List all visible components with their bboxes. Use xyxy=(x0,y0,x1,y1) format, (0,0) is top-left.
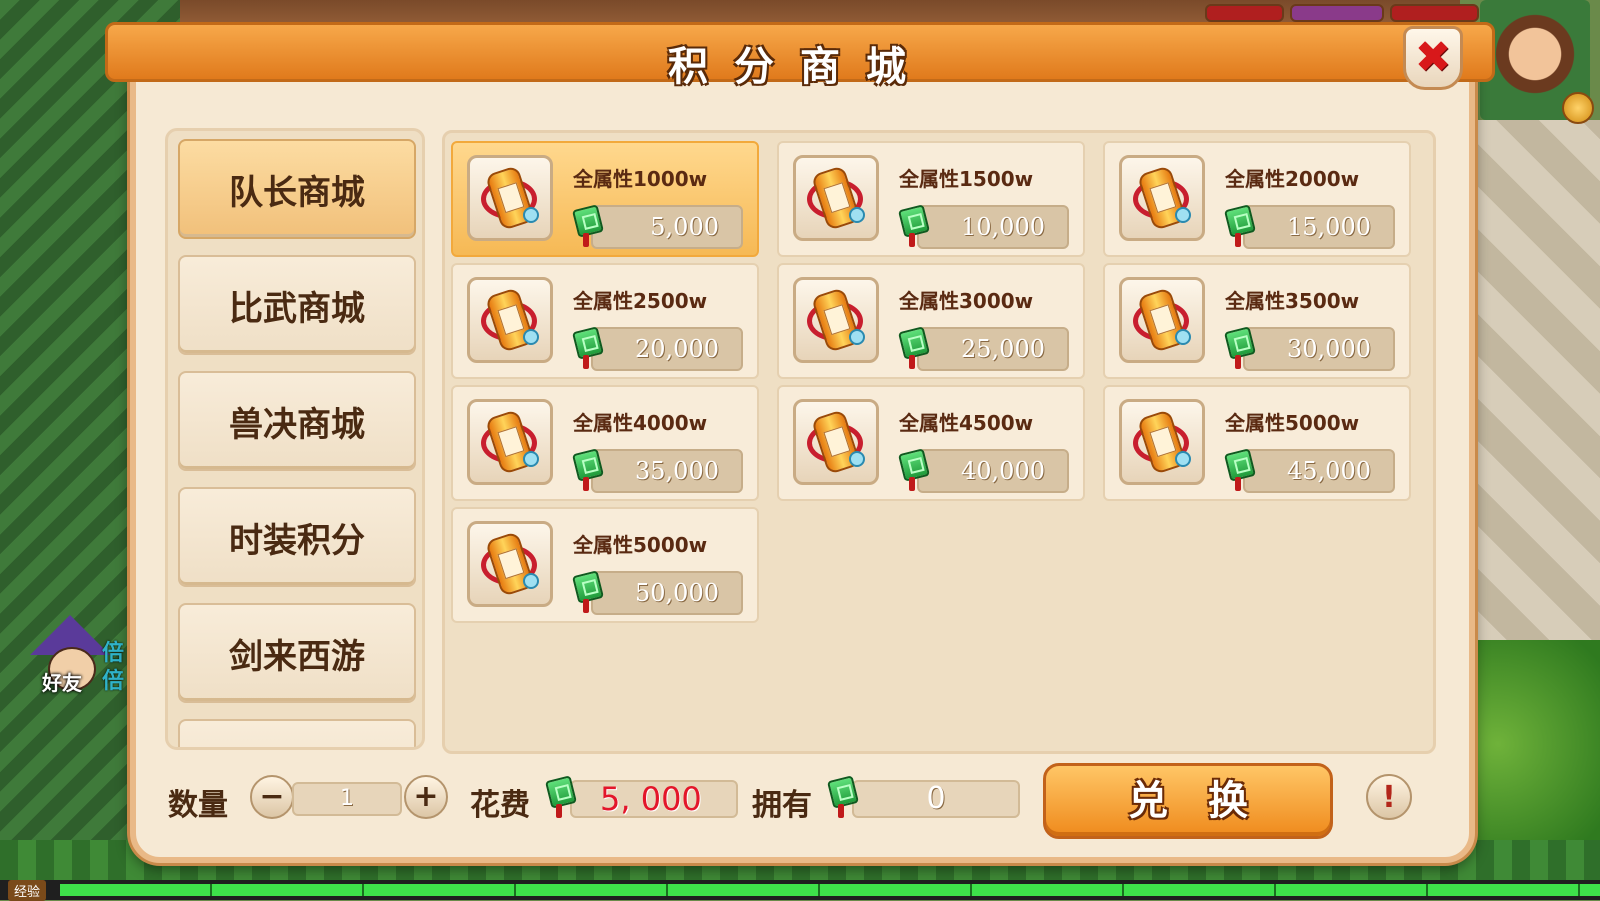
item-icon-frame xyxy=(1119,399,1205,485)
info-button[interactable]: ! xyxy=(1366,774,1412,820)
jade-coin-icon xyxy=(1223,325,1257,369)
item-name: 全属性5000w xyxy=(1225,411,1360,435)
scroll-icon xyxy=(1131,287,1193,353)
quantity-field[interactable]: 1 xyxy=(292,782,402,816)
item-icon-frame xyxy=(467,155,553,241)
close-icon: ✖ xyxy=(1414,32,1452,83)
item-name: 全属性3000w xyxy=(899,289,1034,313)
scroll-icon xyxy=(479,409,541,475)
jade-coin-icon xyxy=(544,774,578,818)
item-price: 50,000 xyxy=(591,571,743,615)
shop-item-card[interactable]: 全属性4000w 35,000 xyxy=(451,385,759,501)
tab-beast-shop[interactable]: 兽决商城 xyxy=(178,371,416,471)
exchange-button[interactable]: 兑换 xyxy=(1043,763,1333,839)
item-name: 全属性1500w xyxy=(899,167,1034,191)
shop-category-sidebar: 队长商城 比武商城 兽决商城 时装积分 剑来西游 xyxy=(165,128,425,750)
friend-label: 好友 xyxy=(42,671,82,695)
xp-bar: 经验 xyxy=(0,880,1600,901)
item-name: 全属性2000w xyxy=(1225,167,1360,191)
shop-item-card[interactable]: 全属性3500w 30,000 xyxy=(1103,263,1411,379)
cost-value: 5, 000 xyxy=(570,780,738,818)
item-name: 全属性2500w xyxy=(573,289,708,313)
jade-coin-icon xyxy=(897,447,931,491)
item-price: 20,000 xyxy=(591,327,743,371)
item-price: 15,000 xyxy=(1243,205,1395,249)
item-name: 全属性5000w xyxy=(573,533,708,557)
jade-coin-icon xyxy=(571,203,605,247)
tab-captain-shop[interactable]: 队长商城 xyxy=(178,139,416,239)
scroll-icon xyxy=(1131,165,1193,231)
scroll-icon xyxy=(805,287,867,353)
item-icon-frame xyxy=(467,399,553,485)
shop-item-card[interactable]: 全属性1500w 10,000 xyxy=(777,141,1085,257)
item-grid: 全属性1000w 5,000 全属性1500w 10,000 全属性2000w 15,00… xyxy=(442,130,1436,754)
item-icon-frame xyxy=(1119,277,1205,363)
item-icon-frame xyxy=(467,521,553,607)
scroll-icon xyxy=(1131,409,1193,475)
pet-hp-bar xyxy=(1390,4,1479,22)
item-icon-frame xyxy=(1119,155,1205,241)
shop-item-card[interactable]: 全属性1000w 5,000 xyxy=(451,141,759,257)
jade-coin-icon xyxy=(897,203,931,247)
scroll-icon xyxy=(805,409,867,475)
friend-button[interactable]: 好友 xyxy=(20,615,110,695)
item-price: 25,000 xyxy=(917,327,1069,371)
mp-bar xyxy=(1290,4,1384,22)
item-icon-frame xyxy=(793,399,879,485)
shop-item-card[interactable]: 全属性5000w 45,000 xyxy=(1103,385,1411,501)
shop-item-card[interactable]: 全属性4500w 40,000 xyxy=(777,385,1085,501)
shop-item-card[interactable]: 全属性2500w 20,000 xyxy=(451,263,759,379)
item-name: 全属性4000w xyxy=(573,411,708,435)
item-price: 5,000 xyxy=(591,205,743,249)
item-name: 全属性4500w xyxy=(899,411,1034,435)
cost-label: 花费 xyxy=(470,788,530,823)
item-icon-frame xyxy=(793,155,879,241)
quantity-label: 数量 xyxy=(168,788,228,823)
double-exp-label: 倍倍 xyxy=(102,641,125,694)
scroll-icon xyxy=(479,531,541,597)
panel-title: 积分商城 xyxy=(668,44,932,90)
xp-fill xyxy=(60,884,1600,896)
shop-item-card[interactable]: 全属性5000w 50,000 xyxy=(451,507,759,623)
jade-coin-icon xyxy=(1223,447,1257,491)
quantity-minus-button[interactable]: − xyxy=(250,775,294,819)
item-price: 40,000 xyxy=(917,449,1069,493)
jade-coin-icon xyxy=(897,325,931,369)
avatar-badge-icon xyxy=(1562,92,1594,124)
item-name: 全属性3500w xyxy=(1225,289,1360,313)
xp-label: 经验 xyxy=(8,880,47,901)
owned-value: 0 xyxy=(852,780,1020,818)
item-price: 45,000 xyxy=(1243,449,1395,493)
item-price: 30,000 xyxy=(1243,327,1395,371)
item-price: 35,000 xyxy=(591,449,743,493)
tab-duel-shop[interactable]: 比武商城 xyxy=(178,255,416,355)
jade-coin-icon xyxy=(571,325,605,369)
shop-item-card[interactable]: 全属性3000w 25,000 xyxy=(777,263,1085,379)
jade-coin-icon xyxy=(571,447,605,491)
scroll-icon xyxy=(805,165,867,231)
scroll-icon xyxy=(479,165,541,231)
item-icon-frame xyxy=(793,277,879,363)
hp-bar xyxy=(1205,4,1284,22)
item-name: 全属性1000w xyxy=(573,167,708,191)
tab-more[interactable] xyxy=(178,719,416,747)
quantity-plus-button[interactable]: + xyxy=(404,775,448,819)
jade-coin-icon xyxy=(571,569,605,613)
close-button[interactable]: ✖ xyxy=(1403,26,1463,90)
item-icon-frame xyxy=(467,277,553,363)
scroll-icon xyxy=(479,287,541,353)
tab-jianlai-xiyou[interactable]: 剑来西游 xyxy=(178,603,416,703)
shop-item-card[interactable]: 全属性2000w 15,000 xyxy=(1103,141,1411,257)
tab-fashion-points[interactable]: 时装积分 xyxy=(178,487,416,587)
jade-coin-icon xyxy=(1223,203,1257,247)
owned-label: 拥有 xyxy=(752,788,812,823)
item-price: 10,000 xyxy=(917,205,1069,249)
jade-coin-icon xyxy=(826,774,860,818)
